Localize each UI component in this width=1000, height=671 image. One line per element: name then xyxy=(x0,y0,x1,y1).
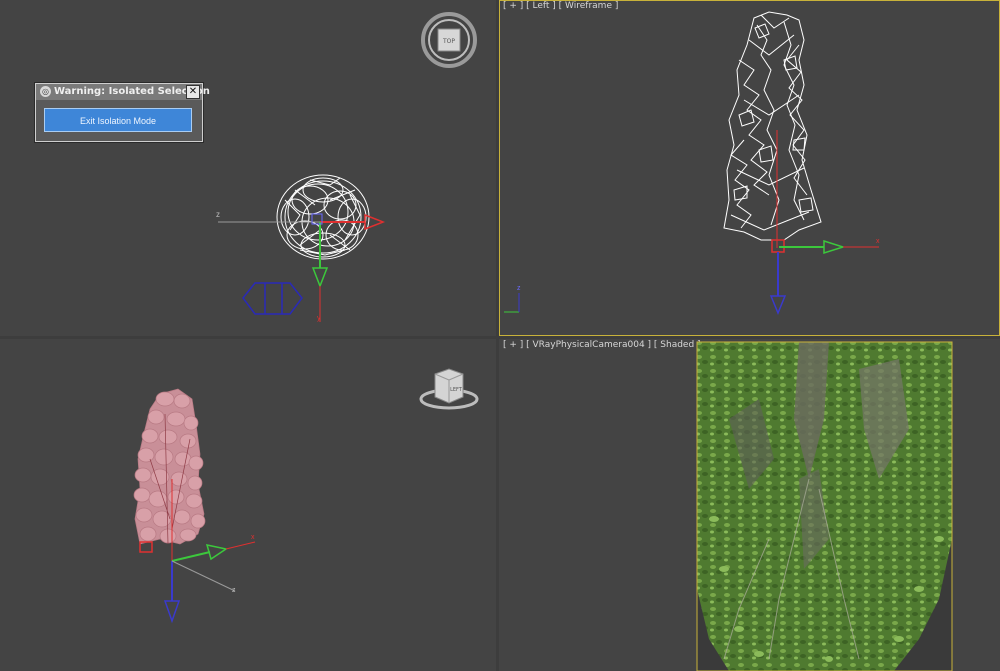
viewport-perspective-canvas: LEFT x z xyxy=(133,368,479,624)
app-logo-icon: ◎ xyxy=(40,86,51,97)
viewcube-label: LEFT xyxy=(450,387,463,393)
exit-isolation-button[interactable]: Exit Isolation Mode xyxy=(44,108,192,132)
viewport-top[interactable]: TOP z y ◎ Warning: Isolated Selection ✕ … xyxy=(0,0,496,336)
viewport-left-canvas: x z xyxy=(504,11,880,315)
axis-label-z: z xyxy=(232,587,236,594)
axis-label-z: z xyxy=(216,210,220,219)
viewport-camera[interactable]: [ + ] [ VRayPhysicalCamera004 ] [ Shaded… xyxy=(499,339,1000,671)
camera-object-icon[interactable] xyxy=(242,282,303,315)
axis-label-x: x xyxy=(876,238,880,245)
dialog-titlebar[interactable]: ◎ Warning: Isolated Selection ✕ xyxy=(36,84,210,100)
viewport-camera-canvas xyxy=(696,341,953,671)
axis-tripod: z xyxy=(504,285,521,313)
move-gizmo-left[interactable] xyxy=(769,130,879,315)
tree-shaded-perspective xyxy=(133,388,206,545)
axis-label-y: y xyxy=(317,315,321,322)
move-gizmo-top[interactable] xyxy=(311,213,386,322)
viewport-perspective[interactable]: LEFT x z xyxy=(0,339,496,671)
tripod-label-z: z xyxy=(517,285,521,292)
viewport-left[interactable]: [ + ] [ Left ] [ Wireframe ] x z xyxy=(499,0,1000,336)
camera-render-frame xyxy=(696,341,953,671)
viewcube-top[interactable]: TOP xyxy=(421,12,477,68)
axis-label-x: x xyxy=(251,534,255,541)
isolation-warning-dialog: ◎ Warning: Isolated Selection ✕ Exit Iso… xyxy=(35,83,210,142)
tree-wireframe-left xyxy=(723,11,822,241)
dialog-close-button[interactable]: ✕ xyxy=(186,85,200,99)
viewcube-label: TOP xyxy=(442,38,455,45)
tree-wireframe-top xyxy=(276,174,370,260)
viewport-top-canvas: TOP z y xyxy=(216,12,477,322)
viewcube-perspective[interactable]: LEFT xyxy=(419,368,479,410)
